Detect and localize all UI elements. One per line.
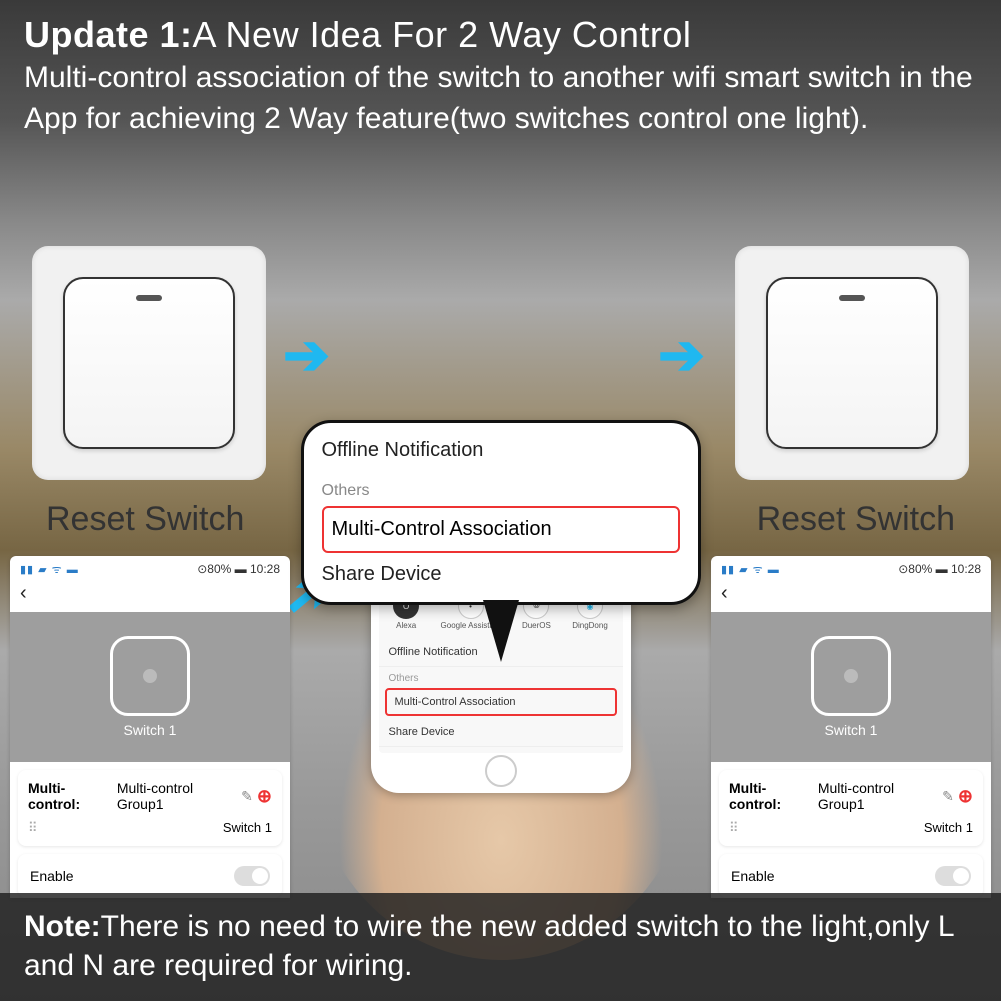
reset-label-left: Reset Switch — [46, 500, 244, 539]
switch-hero: Switch 1 — [711, 612, 991, 762]
callout-offline: Offline Notification — [322, 439, 680, 472]
share-device-row[interactable]: Share Device — [379, 718, 623, 747]
signal-icons: ▮▮ ▰ ᯤ ▬ — [20, 562, 79, 577]
enable-toggle[interactable] — [935, 866, 971, 886]
enable-toggle[interactable] — [234, 866, 270, 886]
device-icon: ⠿ — [28, 820, 36, 836]
switch-button[interactable] — [811, 636, 891, 716]
enable-label: Enable — [30, 868, 74, 884]
physical-switch-left — [32, 246, 266, 480]
callout-highlight: Multi-Control Association — [322, 506, 680, 553]
note-bold: Note: — [24, 910, 101, 943]
callout-section: Others — [322, 482, 680, 500]
statusbar: ▮▮ ▰ ᯤ ▬ ⊙80% ▬ 10:28 — [711, 556, 991, 582]
signal-icons: ▮▮ ▰ ᯤ ▬ — [721, 562, 780, 577]
switch-name: Switch 1 — [124, 722, 177, 738]
enable-card: Enable — [18, 854, 282, 898]
multi-control-card: Multi-control: Multi-control Group1 ✎ ⊕ … — [719, 770, 983, 846]
multi-control-card: Multi-control: Multi-control Group1 ✎ ⊕ … — [18, 770, 282, 846]
switch-button[interactable] — [110, 636, 190, 716]
enable-label: Enable — [731, 868, 775, 884]
others-section: Others — [379, 667, 623, 686]
note-rest: There is no need to wire the new added s… — [24, 910, 953, 982]
multi-group: Multi-control Group1 — [117, 780, 237, 812]
multi-label: Multi-control: — [28, 780, 113, 812]
back-button[interactable]: ‹ — [711, 582, 991, 612]
switch-name: Switch 1 — [825, 722, 878, 738]
status-right: ⊙80% ▬ 10:28 — [898, 562, 981, 576]
footer-note: Note:There is no need to wire the new ad… — [0, 893, 1001, 1001]
status-right: ⊙80% ▬ 10:28 — [197, 562, 280, 576]
back-button[interactable]: ‹ — [10, 582, 290, 612]
multi-group: Multi-control Group1 — [818, 780, 938, 812]
arrow-icon: ➔ — [658, 322, 705, 388]
enable-card: Enable — [719, 854, 983, 898]
home-button[interactable] — [485, 755, 517, 787]
callout-share: Share Device — [322, 553, 680, 586]
row-switch: Switch 1 — [924, 820, 973, 836]
title-rest: A New Idea For 2 Way Control — [193, 14, 692, 55]
callout-bubble: Offline Notification Others Multi-Contro… — [301, 420, 701, 605]
physical-switch-right — [735, 246, 969, 480]
reset-label-right: Reset Switch — [757, 500, 955, 539]
switch-hero: Switch 1 — [10, 612, 290, 762]
header: Update 1:A New Idea For 2 Way Control Mu… — [0, 0, 1001, 147]
phone-left: ▮▮ ▰ ᯤ ▬ ⊙80% ▬ 10:28 ‹ Switch 1 Multi-c… — [10, 556, 290, 898]
add-icon[interactable]: ⊕ — [958, 786, 973, 807]
edit-icon[interactable]: ✎ — [241, 788, 253, 805]
edit-icon[interactable]: ✎ — [942, 788, 954, 805]
add-icon[interactable]: ⊕ — [257, 786, 272, 807]
statusbar: ▮▮ ▰ ᯤ ▬ ⊙80% ▬ 10:28 — [10, 556, 290, 582]
row-switch: Switch 1 — [223, 820, 272, 836]
multi-label: Multi-control: — [729, 780, 814, 812]
description: Multi-control association of the switch … — [24, 58, 977, 139]
device-icon: ⠿ — [729, 820, 737, 836]
arrow-icon: ➔ — [283, 322, 330, 388]
title: Update 1:A New Idea For 2 Way Control — [24, 14, 977, 56]
title-bold: Update 1: — [24, 14, 193, 55]
multi-control-row[interactable]: Multi-Control Association — [385, 688, 617, 716]
phone-right: ▮▮ ▰ ᯤ ▬ ⊙80% ▬ 10:28 ‹ Switch 1 Multi-c… — [711, 556, 991, 898]
